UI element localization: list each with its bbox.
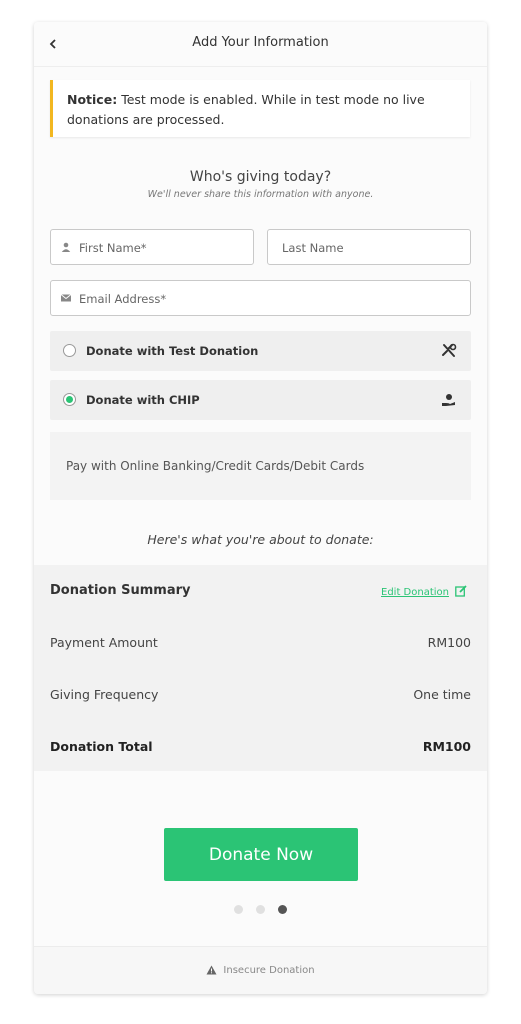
- step-dot-3-active[interactable]: [278, 905, 287, 914]
- page-title: Add Your Information: [192, 35, 329, 50]
- donation-total-label: Donation Total: [50, 739, 153, 754]
- payment-amount-label: Payment Amount: [50, 635, 158, 650]
- insecure-donation-notice: Insecure Donation: [34, 965, 487, 976]
- donate-now-button[interactable]: Donate Now: [164, 828, 358, 881]
- test-mode-notice: Notice: Test mode is enabled. While in t…: [50, 80, 470, 137]
- edit-donation-link[interactable]: Edit Donation: [381, 585, 467, 598]
- header: Add Your Information: [34, 22, 487, 67]
- hand-donate-icon: [442, 394, 455, 406]
- donation-form-card: Add Your Information Notice: Test mode i…: [34, 22, 487, 994]
- email-field[interactable]: [50, 280, 471, 317]
- payment-description-box: Pay with Online Banking/Credit Cards/Deb…: [50, 432, 471, 500]
- summary-title: Donation Summary: [50, 583, 191, 598]
- footer: Insecure Donation: [34, 946, 487, 994]
- footer-text: Insecure Donation: [223, 965, 315, 976]
- last-name-field[interactable]: [267, 229, 471, 266]
- user-icon: [61, 242, 71, 252]
- payment-amount-value: RM100: [427, 635, 471, 650]
- edit-donation-label: Edit Donation: [381, 587, 449, 598]
- payment-option-chip[interactable]: Donate with CHIP: [50, 380, 471, 420]
- radio-button-selected[interactable]: [63, 393, 76, 406]
- payment-option-label: Donate with CHIP: [86, 393, 200, 407]
- email-input[interactable]: [77, 281, 466, 317]
- payment-description: Pay with Online Banking/Credit Cards/Deb…: [66, 459, 365, 473]
- first-name-field[interactable]: [50, 229, 254, 266]
- about-to-donate-heading: Here's what you're about to donate:: [147, 532, 374, 547]
- radio-button[interactable]: [63, 344, 76, 357]
- donation-total-value: RM100: [422, 739, 471, 754]
- giver-subtitle: We'll never share this information with …: [147, 189, 374, 200]
- warning-icon: [206, 965, 217, 975]
- first-name-input[interactable]: [77, 230, 251, 266]
- envelope-icon: [61, 294, 71, 302]
- giver-title: Who's giving today?: [189, 169, 332, 185]
- donation-summary: Donation Summary Edit Donation Payment A…: [34, 565, 487, 771]
- payment-option-test-donation[interactable]: Donate with Test Donation: [50, 331, 471, 371]
- step-dot-2[interactable]: [256, 905, 265, 914]
- edit-icon: [455, 585, 467, 597]
- tools-icon: [442, 343, 457, 357]
- notice-label: Notice:: [67, 92, 118, 107]
- last-name-input[interactable]: [280, 230, 469, 266]
- step-dot-1[interactable]: [234, 905, 243, 914]
- giving-frequency-label: Giving Frequency: [50, 687, 159, 702]
- giving-frequency-value: One time: [413, 687, 471, 702]
- notice-text: Test mode is enabled. While in test mode…: [67, 92, 425, 127]
- payment-option-label: Donate with Test Donation: [86, 344, 259, 358]
